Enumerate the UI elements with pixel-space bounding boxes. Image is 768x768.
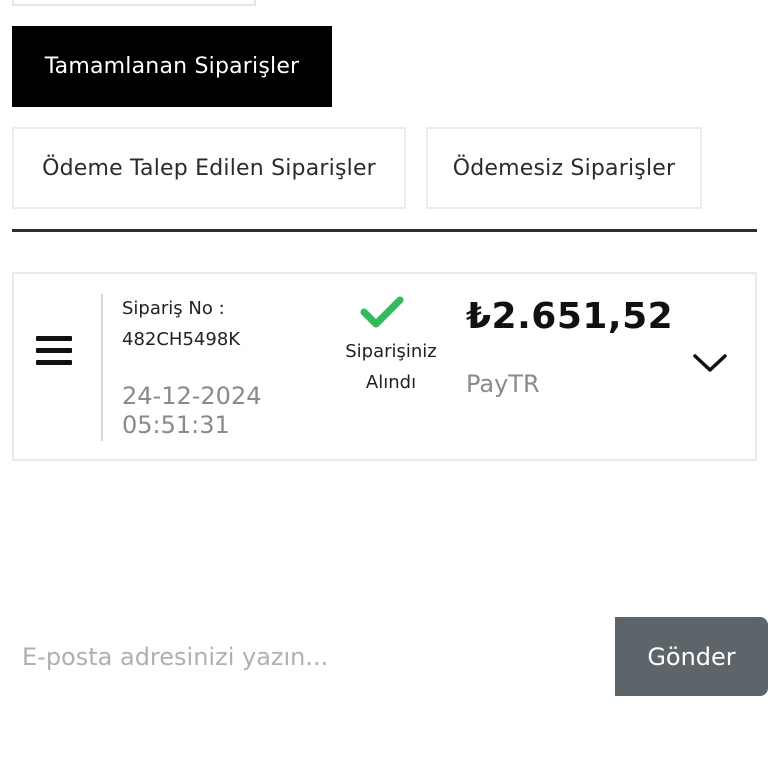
top-input-stub [12,0,256,6]
chevron-down-icon[interactable] [692,352,728,374]
tab-payment-requested-orders[interactable]: Ödeme Talep Edilen Siparişler [12,127,406,209]
tab-payment-requested-label: Ödeme Talep Edilen Siparişler [42,155,376,181]
order-status: Siparişiniz Alındı [326,336,456,398]
card-separator [101,294,103,441]
tab-unpaid-orders[interactable]: Ödemesiz Siparişler [426,127,702,209]
order-number-label: Sipariş No : [122,298,225,319]
order-datetime: 24-12-2024 05:51:31 [122,382,261,440]
order-status-line2: Alındı [365,372,417,393]
order-status-line1: Siparişiniz [345,341,437,362]
order-time: 05:51:31 [122,411,230,439]
menu-icon[interactable] [36,336,72,368]
tab-completed-orders[interactable]: Tamamlanan Siparişler [12,26,332,107]
order-card: Sipariş No : 482CH5498K 24-12-2024 05:51… [12,272,757,461]
submit-button[interactable]: Gönder [615,617,768,696]
order-number-value: 482CH5498K [122,329,241,350]
tab-completed-label: Tamamlanan Siparişler [44,54,300,79]
tab-unpaid-label: Ödemesiz Siparişler [452,155,676,181]
payment-method: PayTR [466,370,540,398]
order-amount: ₺2.651,52 [466,296,674,337]
order-date: 24-12-2024 [122,382,262,410]
email-input[interactable] [0,617,615,696]
check-icon [360,296,404,328]
section-divider [12,229,757,232]
